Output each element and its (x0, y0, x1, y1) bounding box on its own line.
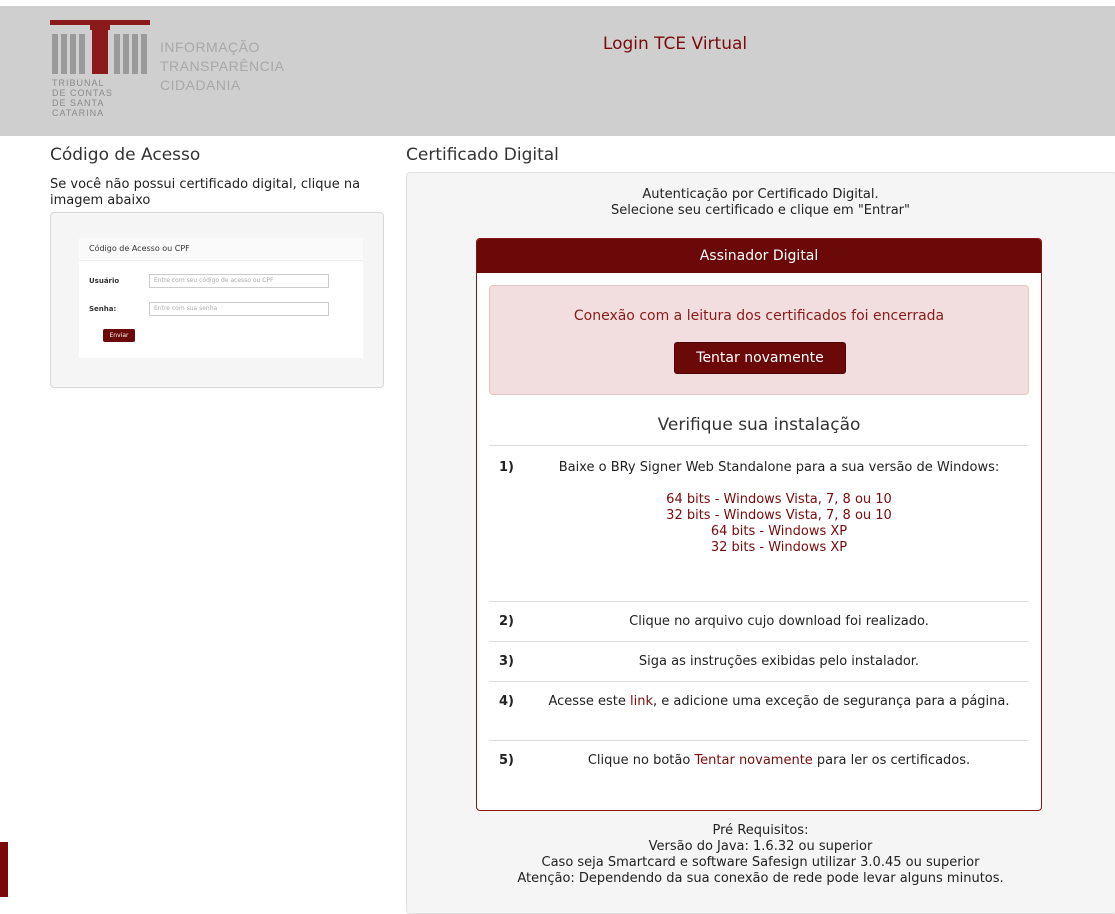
logo-org-line: DE CONTAS (52, 88, 113, 98)
intro-line: Autenticação por Certificado Digital. (642, 187, 879, 202)
step-number: 4) (499, 694, 514, 709)
intro-line: Selecione seu certificado e clique em "E… (610, 203, 910, 218)
prereq-warning: Atenção: Dependendo da sua conexão de re… (517, 871, 1004, 886)
step-text: Siga as instruções exibidas pelo instala… (638, 654, 920, 669)
signer-title: Assinador Digital (477, 239, 1041, 273)
step-2: 2) Clique no arquivo cujo download foi r… (489, 601, 1029, 641)
prereq-java: Versão do Java: 1.6.32 ou superior (648, 839, 873, 854)
mini-pass-input: Entre com sua senha (149, 302, 329, 316)
logo-org-line: TRIBUNAL (52, 78, 105, 88)
page-title: Login TCE Virtual (602, 34, 748, 54)
connection-alert: Conexão com a leitura dos certificados f… (489, 285, 1029, 395)
prerequisites: Pré Requisitos: Versão do Java: 1.6.32 o… (406, 823, 1115, 887)
logo-word: CIDADANIA (160, 77, 241, 93)
access-code-form-preview: Código de Acesso ou CPF Usuário Entre co… (79, 238, 363, 358)
access-code-image-link[interactable]: Código de Acesso ou CPF Usuário Entre co… (50, 212, 384, 388)
step-number: 1) (499, 460, 514, 475)
download-link-64-xp[interactable]: 64 bits - Windows XP (539, 524, 1019, 540)
step-text: Clique no botão (587, 753, 695, 768)
step-number: 5) (499, 753, 514, 768)
alert-message: Conexão com a leitura dos certificados f… (573, 308, 945, 324)
download-link-64-vista[interactable]: 64 bits - Windows Vista, 7, 8 ou 10 (539, 492, 1019, 508)
digital-signer-panel: Assinador Digital Conexão com a leitura … (476, 238, 1042, 811)
logo-org-line: CATARINA (52, 108, 105, 118)
mini-pass-label: Senha: (89, 305, 117, 313)
security-exception-link[interactable]: link (630, 694, 653, 709)
mini-submit-button: Enviar (103, 329, 135, 342)
side-tab (0, 842, 8, 897)
mini-user-input: Entre com seu código de acesso ou CPF (149, 274, 329, 288)
step-number: 3) (499, 654, 514, 669)
step-1: 1) Baixe o BRy Signer Web Standalone par… (489, 445, 1029, 601)
step-text: para ler os certificados. (812, 753, 971, 768)
mini-form-title: Código de Acesso ou CPF (79, 238, 363, 261)
page-title-wrap: Login TCE Virtual (0, 34, 1115, 54)
verify-installation-title: Verifique sua instalação (657, 415, 861, 435)
step-text: Acesse este (548, 694, 630, 709)
step-5: 5) Clique no botão Tentar novamente para… (489, 740, 1029, 781)
access-code-description: Se você não possui certificado digital, … (50, 177, 361, 208)
step-4: 4) Acesse este link, e adicione uma exce… (489, 681, 1029, 740)
download-link-32-xp[interactable]: 32 bits - Windows XP (539, 540, 1019, 556)
step-text: , e adicione uma exceção de segurança pa… (652, 694, 1010, 709)
prereq-title: Pré Requisitos: (712, 823, 809, 838)
mini-user-label: Usuário (89, 277, 120, 285)
retry-link[interactable]: Tentar novamente (694, 753, 812, 768)
step-text: Clique no arquivo cujo download foi real… (629, 614, 929, 629)
download-link-32-vista[interactable]: 32 bits - Windows Vista, 7, 8 ou 10 (539, 508, 1019, 524)
step-3: 3) Siga as instruções exibidas pelo inst… (489, 641, 1029, 681)
step-number: 2) (499, 614, 514, 629)
certificate-heading: Certificado Digital (406, 145, 559, 165)
certificate-intro: Autenticação por Certificado Digital. Se… (406, 187, 1115, 219)
retry-button[interactable]: Tentar novamente (674, 342, 846, 374)
logo-org-line: DE SANTA (52, 98, 105, 108)
step-text: Baixe o BRy Signer Web Standalone para a… (558, 460, 1000, 475)
header: INFORMAÇÃO TRANSPARÊNCIA CIDADANIA TRIBU… (0, 0, 1115, 136)
logo-word: TRANSPARÊNCIA (160, 58, 285, 74)
installation-steps: 1) Baixe o BRy Signer Web Standalone par… (489, 445, 1029, 781)
logo-org-name: TRIBUNAL DE CONTAS DE SANTA CATARINA (52, 78, 152, 118)
prereq-smartcard: Caso seja Smartcard e software Safesign … (541, 855, 980, 870)
access-code-heading: Código de Acesso (50, 145, 201, 165)
